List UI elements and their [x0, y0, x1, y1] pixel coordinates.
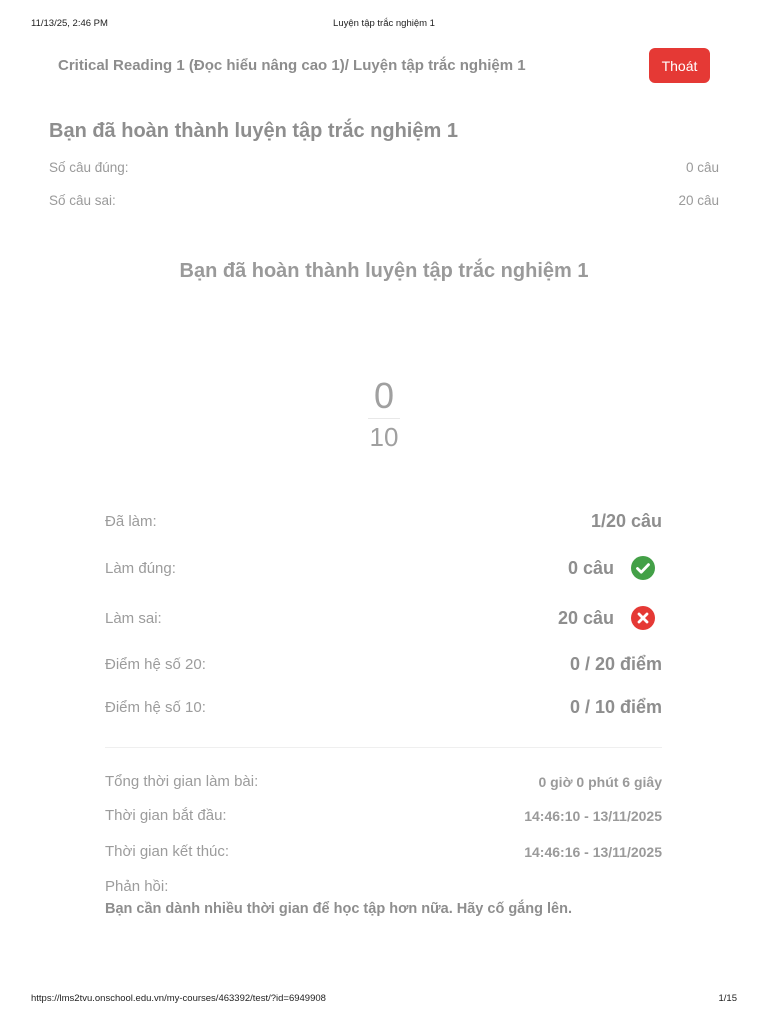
stat-score10-row: Điểm hệ số 10: 0 / 10 điểm	[105, 695, 662, 725]
timing-start-label: Thời gian bắt đầu:	[105, 807, 227, 824]
timing-end-value: 14:46:16 - 13/11/2025	[524, 844, 662, 860]
feedback-text: Bạn cần dành nhiều thời gian để học tập …	[105, 901, 572, 917]
stat-correct-label: Làm đúng:	[105, 560, 176, 577]
summary-wrong-row: Số câu sai: 20 câu	[49, 193, 719, 208]
summary-correct-label: Số câu đúng:	[49, 160, 129, 175]
score-fraction-divider	[368, 418, 400, 419]
stat-score20-value: 0 / 20 điểm	[569, 654, 662, 674]
score-numerator: 0	[373, 375, 395, 416]
summary-correct-row: Số câu đúng: 0 câu	[49, 160, 719, 175]
x-circle-icon	[631, 606, 655, 630]
timing-end-label: Thời gian kết thúc:	[105, 843, 230, 860]
stat-done-row: Đã làm: 1/20 câu	[105, 509, 662, 539]
stat-score20-row: Điểm hệ số 20: 0 / 20 điểm	[105, 652, 662, 682]
summary-wrong-label: Số câu sai:	[49, 193, 116, 208]
timing-total-label: Tổng thời gian làm bài:	[105, 773, 259, 790]
print-url: https://lms2tvu.onschool.edu.vn/my-cours…	[31, 993, 326, 1004]
stat-score10-value: 0 / 10 điểm	[569, 697, 662, 717]
stat-score10-label: Điểm hệ số 10:	[105, 699, 206, 716]
stat-done-label: Đã làm:	[105, 513, 157, 530]
top-bar: Critical Reading 1 (Đọc hiểu nâng cao 1)…	[0, 48, 768, 84]
stat-score20-label: Điểm hệ số 20:	[105, 656, 206, 673]
print-header: 11/13/25, 2:46 PM Luyện tập trắc nghiệm …	[0, 18, 768, 32]
summary-title: Bạn đã hoàn thành luyện tập trắc nghiệm …	[49, 120, 458, 142]
section-divider	[105, 747, 662, 748]
summary-wrong-value: 20 câu	[678, 193, 719, 208]
stat-correct-row: Làm đúng: 0 câu	[105, 555, 662, 585]
stat-wrong-row: Làm sai: 20 câu	[105, 605, 662, 635]
result-title: Bạn đã hoàn thành luyện tập trắc nghiệm …	[179, 260, 589, 282]
stat-wrong-value: 20 câu	[557, 608, 614, 628]
print-page-title: Luyện tập trắc nghiệm 1	[333, 18, 435, 29]
stat-correct-value: 0 câu	[567, 558, 614, 578]
stat-done-value: 1/20 câu	[590, 511, 662, 531]
summary-correct-value: 0 câu	[685, 160, 719, 175]
check-circle-icon	[631, 556, 655, 580]
print-page-number: 1/15	[718, 993, 738, 1004]
print-footer: https://lms2tvu.onschool.edu.vn/my-cours…	[0, 993, 768, 1007]
course-breadcrumb-title: Critical Reading 1 (Đọc hiểu nâng cao 1)…	[58, 57, 526, 74]
score-denominator: 10	[369, 422, 399, 452]
exit-button[interactable]: Thoát	[649, 48, 710, 83]
timing-total-value: 0 giờ 0 phút 6 giây	[538, 774, 662, 790]
feedback-label: Phản hồi:	[105, 878, 169, 895]
stat-wrong-label: Làm sai:	[105, 610, 162, 627]
timing-start-value: 14:46:10 - 13/11/2025	[524, 808, 662, 824]
